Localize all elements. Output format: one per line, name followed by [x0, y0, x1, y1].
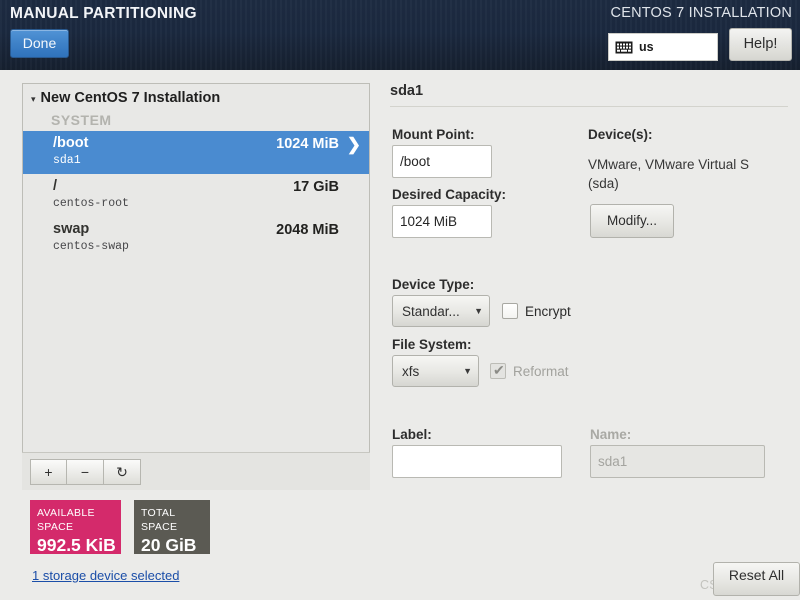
- device-type-select[interactable]: Standar... ▼: [392, 295, 490, 327]
- available-space-caption: AVAILABLE SPACE: [37, 507, 95, 533]
- reset-all-button[interactable]: Reset All: [713, 562, 800, 596]
- label-input[interactable]: [392, 445, 562, 478]
- partition-size: 17 GiB: [293, 179, 339, 195]
- product-title: CENTOS 7 INSTALLATION: [610, 5, 792, 21]
- total-space-box: TOTAL SPACE 20 GiB: [134, 500, 210, 555]
- available-space-value: 992.5 KiB: [37, 535, 116, 555]
- reformat-label: Reformat: [513, 363, 569, 379]
- storage-devices-link[interactable]: 1 storage device selected: [32, 568, 179, 583]
- name-field-label: Name:: [590, 427, 632, 442]
- mount-point-input[interactable]: [392, 145, 492, 178]
- total-space-value: 20 GiB: [141, 535, 197, 555]
- partition-row-boot[interactable]: /boot sda1 1024 MiB ❯: [23, 131, 369, 174]
- modify-button[interactable]: Modify...: [590, 204, 674, 238]
- partition-detail-panel: sda1 Mount Point: Desired Capacity: Devi…: [390, 83, 790, 553]
- keyboard-icon: [615, 41, 633, 53]
- file-system-value: xfs: [402, 363, 420, 379]
- chevron-down-icon[interactable]: ▾: [31, 94, 36, 104]
- reformat-checkbox[interactable]: ✔ Reformat: [490, 362, 569, 379]
- installation-root-header[interactable]: ▾ New CentOS 7 Installation: [23, 84, 369, 108]
- check-icon: ✔: [493, 362, 505, 378]
- checkbox-box: ✔: [490, 362, 506, 379]
- device-type-value: Standar...: [402, 303, 460, 319]
- done-button[interactable]: Done: [10, 29, 69, 58]
- total-space-caption: TOTAL SPACE: [141, 507, 178, 533]
- chevron-down-icon: ▼: [463, 366, 472, 376]
- name-input: [590, 445, 765, 478]
- desired-capacity-input[interactable]: [392, 205, 492, 238]
- checkbox-box: [502, 303, 518, 319]
- partition-size: 2048 MiB: [276, 222, 339, 238]
- space-summary: AVAILABLE SPACE 992.5 KiB TOTAL SPACE 20…: [30, 500, 210, 555]
- detail-title: sda1: [390, 83, 424, 99]
- label-field-label: Label:: [392, 427, 432, 442]
- chevron-right-icon: ❯: [346, 135, 361, 154]
- detail-divider: [390, 106, 788, 107]
- devices-label: Device(s):: [588, 127, 653, 142]
- partition-list-toolbar: + − ↻: [22, 452, 370, 490]
- partition-device-name: centos-root: [53, 197, 129, 210]
- partition-device-name: centos-swap: [53, 240, 129, 253]
- partition-row-swap[interactable]: swap centos-swap 2048 MiB: [23, 217, 369, 260]
- device-type-label: Device Type:: [392, 277, 475, 292]
- mount-point-label: Mount Point:: [392, 127, 475, 142]
- partition-row-root[interactable]: / centos-root 17 GiB: [23, 174, 369, 217]
- installation-root-label: New CentOS 7 Installation: [40, 90, 221, 106]
- installer-window: MANUAL PARTITIONING CENTOS 7 INSTALLATIO…: [0, 0, 800, 600]
- file-system-label: File System:: [392, 337, 472, 352]
- help-button[interactable]: Help!: [729, 28, 792, 61]
- keyboard-layout-indicator[interactable]: us: [608, 33, 718, 61]
- page-title: MANUAL PARTITIONING: [10, 5, 197, 22]
- partition-list[interactable]: ▾ New CentOS 7 Installation SYSTEM /boot…: [22, 83, 370, 490]
- partition-group-label: SYSTEM: [51, 112, 112, 128]
- file-system-select[interactable]: xfs ▼: [392, 355, 479, 387]
- devices-value: VMware, VMware Virtual S (sda): [588, 157, 750, 191]
- remove-partition-button[interactable]: −: [67, 458, 104, 485]
- partition-size: 1024 MiB: [276, 136, 339, 152]
- refresh-partitions-button[interactable]: ↻: [104, 458, 141, 485]
- encrypt-checkbox[interactable]: Encrypt: [502, 303, 571, 319]
- add-partition-button[interactable]: +: [30, 458, 67, 485]
- available-space-box: AVAILABLE SPACE 992.5 KiB: [30, 500, 121, 555]
- partition-device-name: sda1: [53, 154, 81, 167]
- window-header: MANUAL PARTITIONING CENTOS 7 INSTALLATIO…: [0, 0, 800, 70]
- keyboard-layout-label: us: [639, 40, 654, 54]
- chevron-down-icon: ▼: [474, 306, 483, 316]
- encrypt-label: Encrypt: [525, 303, 571, 319]
- desired-capacity-label: Desired Capacity:: [392, 187, 507, 202]
